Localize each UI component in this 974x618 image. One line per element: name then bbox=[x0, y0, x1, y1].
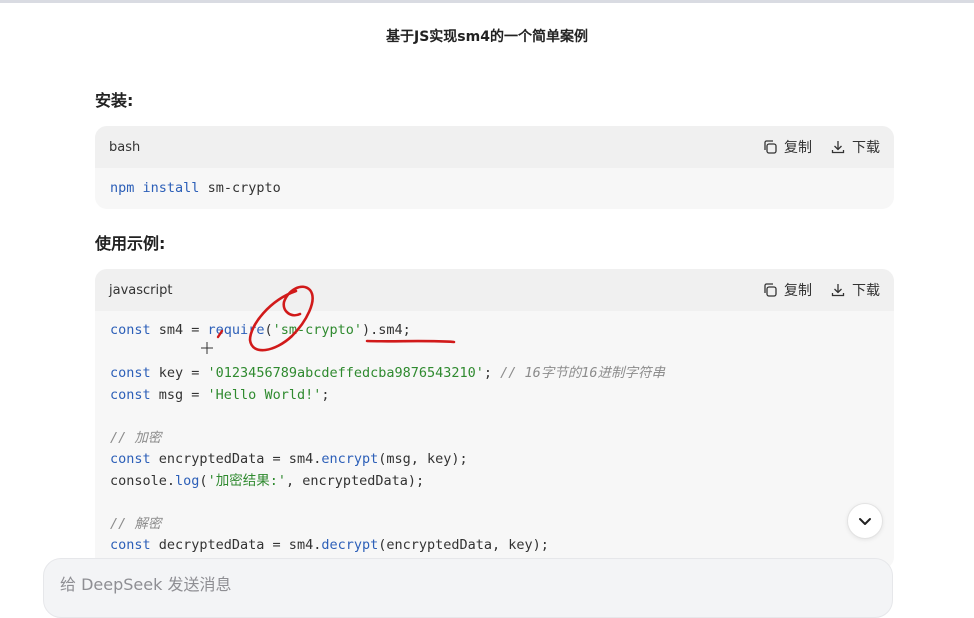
code-token: decrypt bbox=[321, 537, 379, 553]
download-button[interactable]: 下载 bbox=[830, 280, 880, 300]
code-actions: 复制 下载 bbox=[762, 280, 880, 300]
code-header: javascript 复制 下载 bbox=[95, 269, 894, 311]
chevron-down-icon bbox=[859, 518, 871, 525]
download-label: 下载 bbox=[852, 283, 880, 299]
code-token: install bbox=[142, 180, 200, 196]
code-content[interactable]: npm install sm-crypto bbox=[95, 168, 894, 200]
code-block-bash: bash 复制 下载 npm install sm-crypto bbox=[95, 126, 894, 209]
code-language-label: javascript bbox=[109, 282, 173, 298]
chat-input[interactable] bbox=[58, 571, 862, 597]
code-token: ; bbox=[483, 365, 501, 381]
download-button[interactable]: 下载 bbox=[830, 137, 880, 157]
code-token: encryptedData = sm4. bbox=[150, 451, 322, 467]
code-token: const bbox=[110, 386, 151, 403]
copy-icon bbox=[764, 140, 777, 154]
code-token: sm-crypto bbox=[199, 180, 281, 196]
code-line: const encryptedData = sm4.encrypt(msg, k… bbox=[110, 451, 468, 467]
code-comment: // 16字节的16进制字符串 bbox=[500, 365, 666, 381]
code-token: , encryptedData); bbox=[285, 472, 425, 489]
code-token: key = bbox=[150, 365, 208, 381]
code-token: require bbox=[207, 322, 265, 338]
top-divider bbox=[0, 0, 974, 3]
copy-label: 复制 bbox=[784, 140, 812, 156]
download-label: 下载 bbox=[852, 140, 880, 156]
code-token: decryptedData = sm4. bbox=[150, 537, 322, 553]
code-token: ; bbox=[321, 386, 330, 403]
download-icon bbox=[831, 141, 845, 154]
code-token: encrypt bbox=[321, 451, 379, 467]
code-token: 'sm-crypto' bbox=[272, 322, 362, 338]
code-token: (encryptedData, key); bbox=[378, 537, 549, 553]
code-token: msg = bbox=[150, 386, 208, 403]
code-token: npm bbox=[110, 180, 135, 196]
code-token: ).sm4; bbox=[362, 322, 411, 338]
copy-button[interactable]: 复制 bbox=[762, 137, 812, 157]
code-token: const bbox=[110, 537, 151, 553]
code-token: ( bbox=[264, 322, 273, 338]
page-title: 基于JS实现sm4的一个简单案例 bbox=[386, 29, 588, 45]
code-comment: // 解密 bbox=[110, 515, 162, 532]
download-icon bbox=[831, 284, 845, 297]
code-header: bash 复制 下载 bbox=[95, 126, 894, 168]
code-comment: // 加密 bbox=[110, 429, 162, 446]
copy-label: 复制 bbox=[784, 283, 812, 299]
code-token: sm4 = bbox=[150, 322, 208, 338]
code-token: const bbox=[110, 365, 151, 381]
code-line: const key = '0123456789abcdeffedcba98765… bbox=[110, 365, 665, 381]
copy-button[interactable]: 复制 bbox=[762, 280, 812, 300]
scroll-down-button[interactable] bbox=[847, 503, 883, 539]
code-token: ( bbox=[199, 472, 208, 489]
code-line: const sm4 = require('sm-crypto').sm4; bbox=[110, 322, 411, 338]
code-token: '0123456789abcdeffedcba9876543210' bbox=[207, 365, 484, 381]
section-heading-install: 安装: bbox=[95, 91, 134, 110]
chat-input-container bbox=[43, 558, 893, 618]
code-token: const bbox=[110, 451, 151, 467]
code-line: const msg = 'Hello World!'; bbox=[110, 387, 329, 403]
code-content[interactable]: const sm4 = require('sm-crypto').sm4; co… bbox=[95, 311, 894, 557]
code-block-javascript: javascript 复制 下载 const sm4 = require('sm… bbox=[95, 269, 894, 569]
code-line: console.log('加密结果:', encryptedData); bbox=[110, 473, 424, 489]
section-heading-usage: 使用示例: bbox=[95, 234, 166, 253]
code-actions: 复制 下载 bbox=[762, 137, 880, 157]
code-language-label: bash bbox=[109, 139, 141, 155]
code-token: 'Hello World!' bbox=[207, 386, 322, 403]
code-token: const bbox=[110, 322, 151, 338]
code-token: (msg, key); bbox=[378, 451, 468, 467]
code-token: '加密结果:' bbox=[207, 472, 286, 489]
code-token: log bbox=[175, 472, 200, 489]
code-line: const decryptedData = sm4.decrypt(encryp… bbox=[110, 537, 549, 553]
copy-icon bbox=[764, 283, 777, 297]
code-token: console. bbox=[110, 472, 176, 489]
